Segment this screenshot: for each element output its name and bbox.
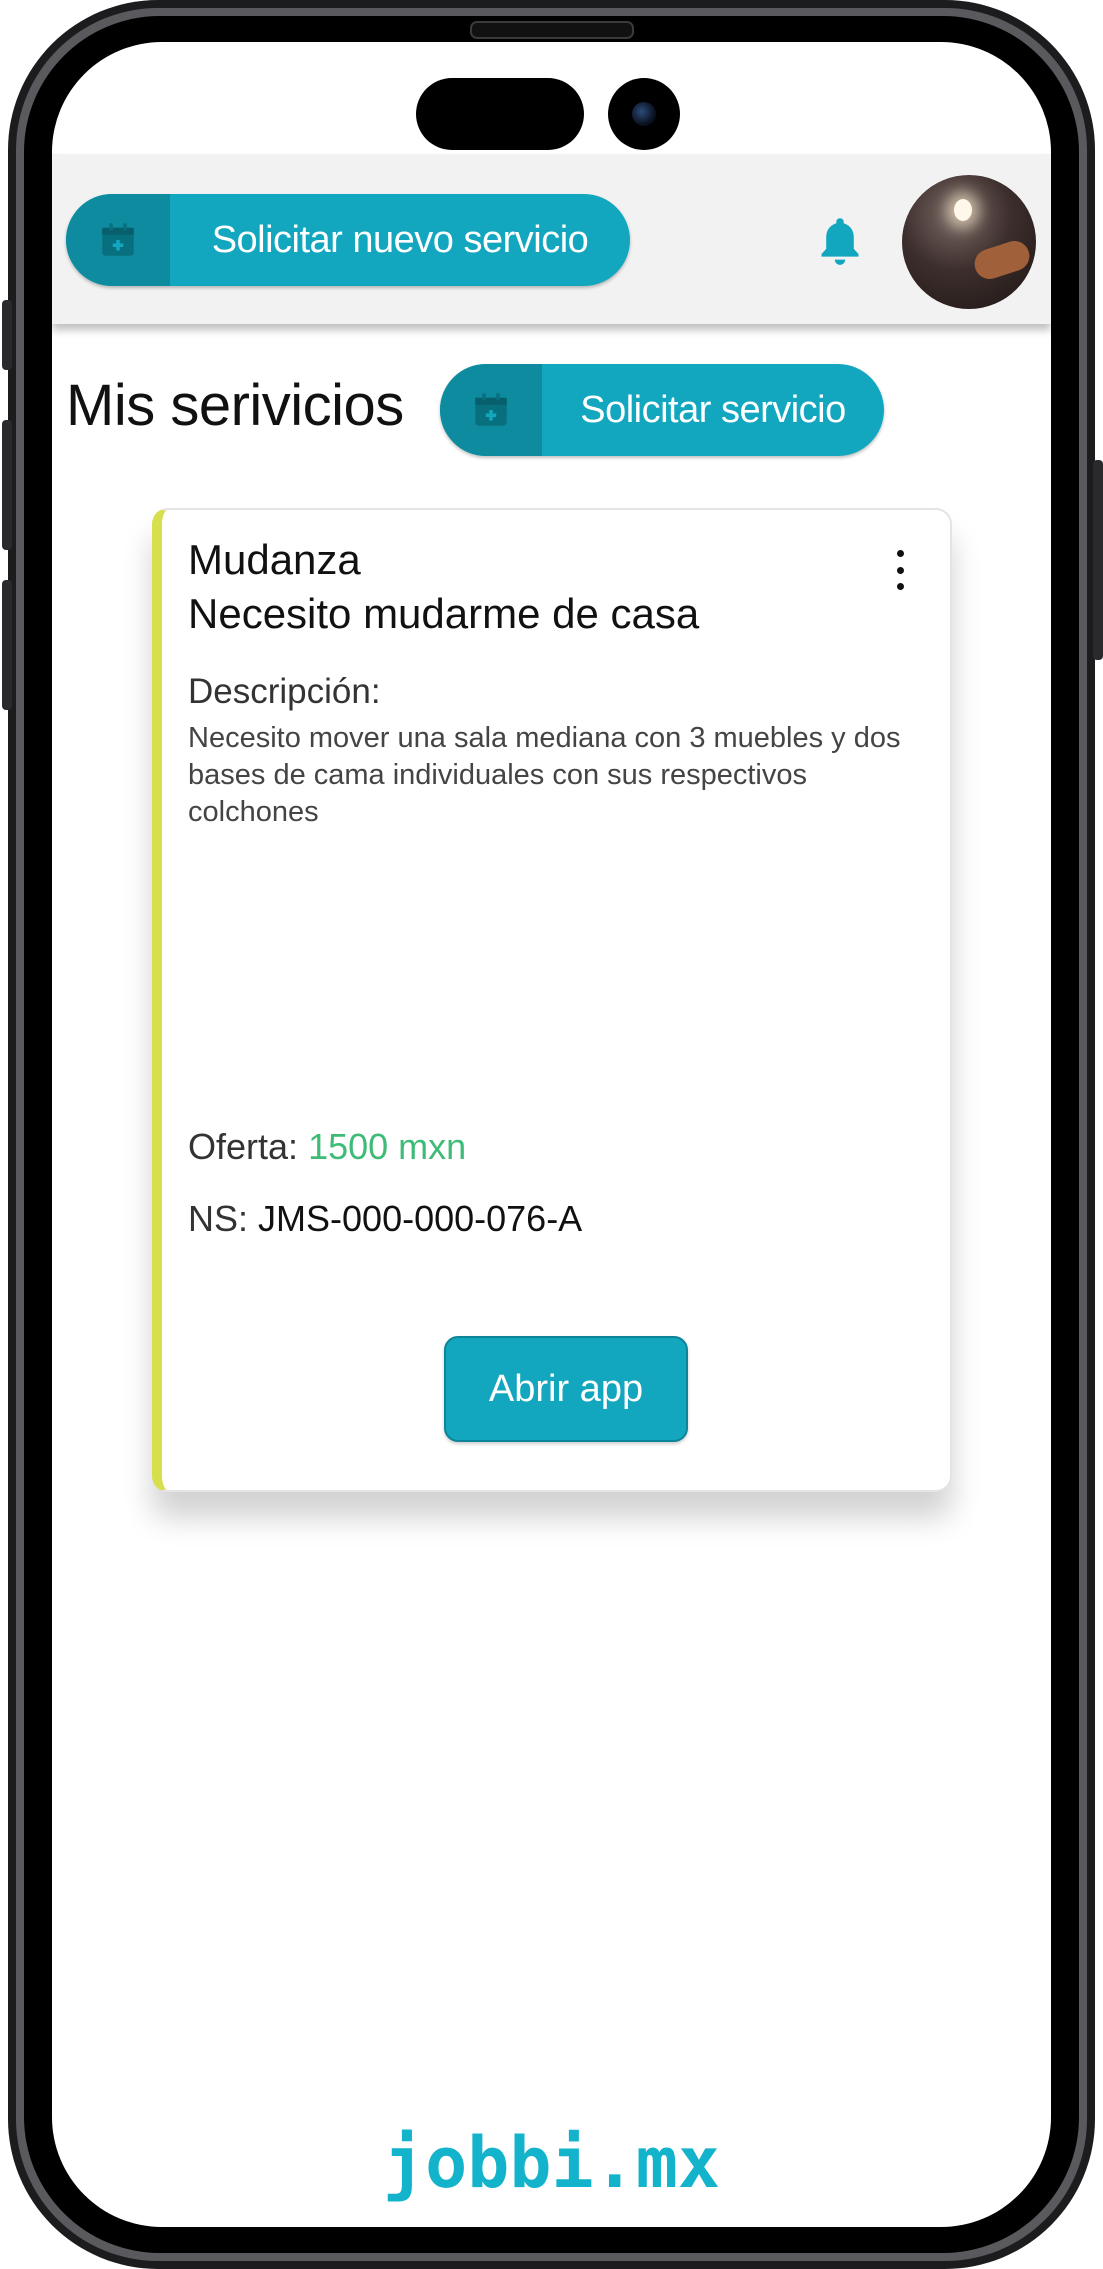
request-service-button-label: Solicitar servicio bbox=[580, 388, 846, 431]
ns-row: NS: JMS-000-000-076-A bbox=[188, 1198, 582, 1240]
request-service-button[interactable]: Solicitar servicio bbox=[440, 364, 884, 456]
volume-up-button bbox=[2, 420, 12, 550]
front-camera bbox=[608, 78, 680, 150]
ns-label: NS: bbox=[188, 1198, 249, 1239]
dynamic-island bbox=[416, 78, 584, 150]
avatar[interactable] bbox=[902, 175, 1036, 309]
new-service-button[interactable]: Solicitar nuevo servicio bbox=[66, 194, 630, 286]
offer-label: Oferta: bbox=[188, 1126, 299, 1167]
ns-value: JMS-000-000-076-A bbox=[258, 1198, 583, 1239]
offer-value: 1500 mxn bbox=[308, 1126, 467, 1167]
avatar-photo-flash bbox=[954, 199, 972, 221]
volume-down-button bbox=[2, 580, 12, 710]
service-category: Mudanza bbox=[188, 536, 361, 583]
page-title: Mis serivicios bbox=[66, 373, 404, 438]
description-label: Descripción: bbox=[188, 672, 381, 711]
calendar-add-icon bbox=[66, 194, 170, 286]
offer-row: Oferta: 1500 mxn bbox=[188, 1126, 466, 1168]
open-app-button[interactable]: Abrir app bbox=[444, 1336, 688, 1442]
service-title: Necesito mudarme de casa bbox=[188, 590, 700, 637]
bell-icon[interactable] bbox=[814, 214, 866, 270]
calendar-add-icon bbox=[440, 364, 542, 456]
description-text: Necesito mover una sala mediana con 3 mu… bbox=[188, 722, 901, 828]
screen: Solicitar nuevo servicio Mis serivicios bbox=[52, 42, 1051, 2227]
phone-mockup: Solicitar nuevo servicio Mis serivicios bbox=[0, 0, 1103, 2269]
more-vertical-icon[interactable] bbox=[892, 550, 908, 590]
service-card: Mudanza Necesito mudarme de casa Descrip… bbox=[152, 508, 952, 1492]
mute-switch bbox=[2, 300, 12, 370]
speaker-grille bbox=[470, 21, 634, 39]
new-service-button-label: Solicitar nuevo servicio bbox=[211, 218, 589, 261]
avatar-photo-arm bbox=[970, 237, 1034, 283]
brand-watermark: jobbi.mx bbox=[382, 2122, 721, 2204]
power-button bbox=[1093, 460, 1103, 660]
